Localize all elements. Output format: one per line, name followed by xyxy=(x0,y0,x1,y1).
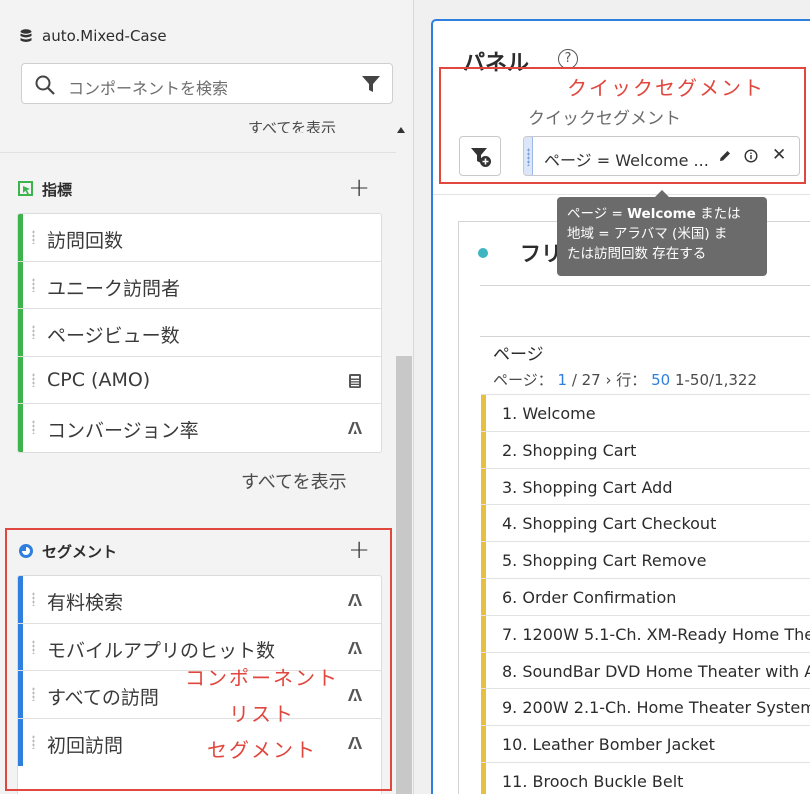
pager-page-total: / 27 xyxy=(571,371,601,389)
divider xyxy=(0,152,396,153)
annotation-line: コンポーネント xyxy=(185,666,339,690)
row-label: 7. 1200W 5.1-Ch. XM-Ready Home Theater xyxy=(502,624,810,644)
component-label: 訪問回数 xyxy=(47,230,124,252)
pager-next-icon[interactable]: › xyxy=(606,371,612,389)
drag-handle-icon[interactable] xyxy=(32,420,35,435)
component-color-bar xyxy=(18,214,23,261)
component-label: CPC (AMO) xyxy=(47,368,151,391)
pager-page-current[interactable]: 1 xyxy=(557,371,567,389)
tooltip-text-bold: Welcome xyxy=(627,206,696,222)
metrics-show-all-link[interactable]: すべてを表示 xyxy=(241,468,347,494)
drag-handle-icon[interactable] xyxy=(32,325,35,340)
tooltip-text: たは訪問回数 存在する xyxy=(567,246,707,262)
component-color-bar xyxy=(18,356,23,404)
row-label: 2. Shopping Cart xyxy=(502,440,637,460)
tooltip-text: 地域 = アラバマ (米国) ま xyxy=(567,226,728,242)
row-marker xyxy=(481,505,486,542)
quick-segment-tooltip: ページ = Welcome または 地域 = アラバマ (米国) ま たは訪問回… xyxy=(557,190,767,276)
metrics-list: 訪問回数ユニーク訪問者 ページビュー数 CPC (AMO) コンバージョン率 xyxy=(17,213,382,453)
row-marker xyxy=(481,542,486,578)
panel-status-dot xyxy=(478,248,488,258)
freeform-title: フリ xyxy=(520,242,562,266)
row-label: 5. Shopping Cart Remove xyxy=(502,551,707,571)
row-label: 10. Leather Bomber Jacket xyxy=(502,735,715,755)
component-color-bar xyxy=(18,261,23,309)
row-label: 11. Brooch Buckle Belt xyxy=(502,771,684,791)
table-row[interactable]: 6. Order Confirmation xyxy=(481,577,810,615)
data-source[interactable]: auto.Mixed-Case xyxy=(20,26,167,46)
drag-handle-icon[interactable] xyxy=(32,230,35,244)
component-item[interactable]: 訪問回数 xyxy=(18,214,381,262)
table-row[interactable]: 8. SoundBar DVD Home Theater with Am xyxy=(481,651,810,689)
database-icon xyxy=(20,29,32,42)
pager-range: 1-50/1,322 xyxy=(674,371,758,389)
table-row[interactable]: 1. Welcome xyxy=(481,394,810,431)
panel-divider xyxy=(433,194,810,195)
table-row[interactable]: 10. Leather Bomber Jacket xyxy=(481,725,810,762)
row-label: 4. Shopping Cart Checkout xyxy=(502,514,717,534)
row-marker xyxy=(481,578,486,615)
row-marker xyxy=(481,689,486,726)
row-label: 8. SoundBar DVD Home Theater with Am xyxy=(502,661,810,681)
add-metric-button[interactable]: + xyxy=(348,175,370,201)
row-marker xyxy=(481,468,486,505)
component-label: ユニーク訪問者 xyxy=(47,277,181,300)
metrics-icon xyxy=(18,181,33,196)
component-item[interactable]: ユニーク訪問者 xyxy=(18,261,381,310)
search-icon xyxy=(35,75,55,95)
row-label: 9. 200W 2.1-Ch. Home Theater System wit xyxy=(502,698,810,718)
tooltip-text: または xyxy=(695,206,741,222)
row-label: 3. Shopping Cart Add xyxy=(502,477,673,497)
table-body: 1. Welcome 2. Shopping Cart 3. Shopping Ca… xyxy=(481,394,810,794)
pager-rows-value[interactable]: 50 xyxy=(651,371,670,389)
row-marker xyxy=(481,615,486,652)
metrics-header: 指標 + xyxy=(18,175,370,201)
table-row[interactable]: 5. Shopping Cart Remove xyxy=(481,541,810,578)
row-label: 6. Order Confirmation xyxy=(502,587,677,607)
table-row[interactable]: 3. Shopping Cart Add xyxy=(481,467,810,505)
component-item[interactable]: ページビュー数 xyxy=(18,309,381,357)
table-row[interactable]: 4. Shopping Cart Checkout xyxy=(481,504,810,542)
calculated-metric-icon xyxy=(347,373,363,389)
drag-handle-icon[interactable] xyxy=(32,372,35,387)
rail-scrollbar[interactable] xyxy=(396,356,412,794)
table-row[interactable]: 7. 1200W 5.1-Ch. XM-Ready Home Theater xyxy=(481,614,810,652)
row-marker xyxy=(481,652,486,689)
annotation-line: セグメント xyxy=(207,738,317,762)
component-color-bar xyxy=(18,404,23,452)
pager-page-label: ページ： xyxy=(493,371,553,389)
scroll-up-arrow[interactable] xyxy=(397,127,405,133)
metrics-title: 指標 xyxy=(42,180,73,199)
annotation-line: リスト xyxy=(229,702,295,726)
adobe-icon xyxy=(347,420,363,436)
table-row[interactable]: 11. Brooch Buckle Belt xyxy=(481,761,810,794)
table-pager: ページ： 1 / 27 › 行： 50 1-50/1,322 xyxy=(493,369,757,390)
row-marker xyxy=(481,726,486,762)
row-marker xyxy=(481,762,486,794)
data-source-name: auto.Mixed-Case xyxy=(42,27,167,45)
row-marker xyxy=(481,431,486,468)
table-row[interactable]: 9. 200W 2.1-Ch. Home Theater System wit xyxy=(481,688,810,726)
table-header xyxy=(480,285,810,337)
quick-segment-annotation-text: クイックセグメント xyxy=(567,76,765,100)
component-item[interactable]: コンバージョン率 xyxy=(18,404,381,452)
component-label: コンバージョン率 xyxy=(47,420,199,443)
row-marker xyxy=(481,395,486,431)
row-label: 1. Welcome xyxy=(502,404,596,423)
pager-rows-label: 行： xyxy=(616,371,647,389)
component-search[interactable]: コンポーネントを検索 xyxy=(21,63,393,104)
tooltip-text: ページ = xyxy=(567,206,628,222)
component-color-bar xyxy=(18,309,23,356)
table-row[interactable]: 2. Shopping Cart xyxy=(481,430,810,468)
component-item[interactable]: CPC (AMO) xyxy=(18,356,381,405)
component-label: ページビュー数 xyxy=(47,325,180,348)
dimension-column-header[interactable]: ページ xyxy=(493,340,544,365)
search-input[interactable]: コンポーネントを検索 xyxy=(68,75,228,99)
show-all-link-top[interactable]: すべてを表示 xyxy=(248,117,336,133)
filter-icon[interactable] xyxy=(361,74,381,94)
help-icon[interactable]: ? xyxy=(558,49,578,69)
drag-handle-icon[interactable] xyxy=(32,277,35,292)
segment-annotation-text: コンポーネント リスト セグメント xyxy=(172,660,352,768)
